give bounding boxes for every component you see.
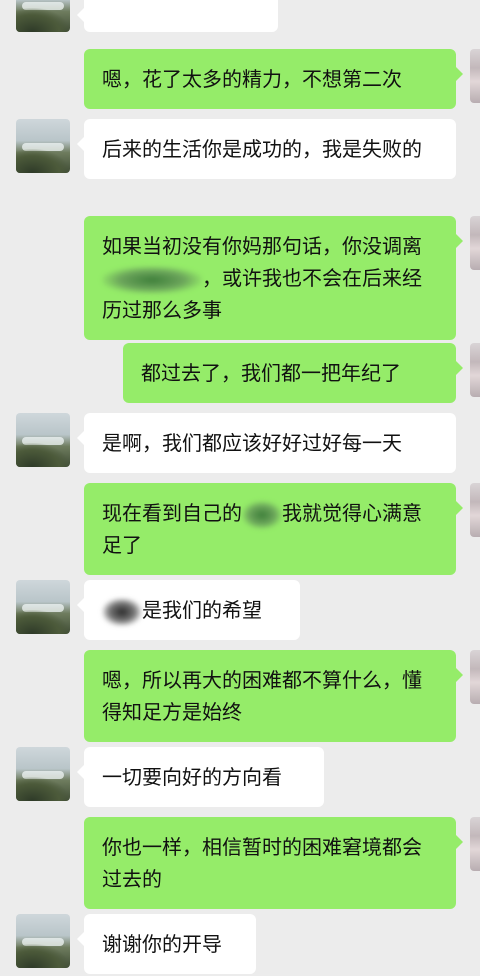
- message-bubble-incoming[interactable]: 是啊，我们都应该好好过好每一天: [77, 413, 456, 473]
- message-bubble-outgoing[interactable]: 如果当初没有你妈那句话，你没调离，或许我也不会在后来经历过那么多事: [84, 216, 463, 340]
- avatar-landscape-icon: [16, 610, 70, 634]
- contact-avatar[interactable]: [16, 747, 70, 801]
- self-avatar[interactable]: [470, 817, 480, 871]
- message-text: 是啊，我们都应该好好过好每一天: [102, 431, 402, 455]
- message-bubble-outgoing[interactable]: 嗯，花了太多的精力，不想第二次: [84, 49, 463, 109]
- message-text: 是我们的希望: [142, 598, 262, 622]
- message-text: 一切要向好的方向看: [102, 765, 282, 789]
- avatar-landscape-icon: [16, 8, 70, 32]
- message-text: 谢谢你的开导: [102, 932, 222, 956]
- self-avatar[interactable]: [470, 483, 480, 537]
- redacted-blur: [102, 265, 202, 294]
- contact-avatar[interactable]: [16, 580, 70, 634]
- avatar-landscape-icon: [16, 443, 70, 467]
- self-avatar[interactable]: [470, 49, 480, 103]
- contact-avatar[interactable]: [16, 914, 70, 968]
- message-text: 嗯，所以再大的困难都不算什么，懂得知足方是始终: [102, 668, 422, 724]
- message-bubble-incoming[interactable]: 是我们的希望: [77, 580, 300, 640]
- message-bubble-outgoing[interactable]: 现在看到自己的 我就觉得心满意足了: [84, 483, 463, 575]
- redacted-blur: [242, 500, 282, 529]
- message-text-part: 现在看到自己的: [102, 501, 242, 525]
- avatar-landscape-icon: [16, 944, 70, 968]
- redacted-blur: [102, 597, 142, 626]
- avatar-landscape-icon: [16, 777, 70, 801]
- self-avatar[interactable]: [470, 216, 480, 270]
- avatar-landscape-icon: [16, 149, 70, 173]
- self-avatar[interactable]: [470, 650, 480, 704]
- message-text: 嗯，花了太多的精力，不想第二次: [102, 67, 402, 91]
- chat-window: 嗯，花了太多的精力，不想第二次 后来的生活你是成功的，我是失败的 如果当初没有你…: [0, 0, 480, 976]
- message-bubble-outgoing[interactable]: 你也一样，相信暂时的困难窘境都会过去的: [84, 817, 463, 909]
- message-text-part: 如果当初没有你妈那句话，你没调离: [102, 234, 422, 258]
- message-bubble-incoming[interactable]: 一切要向好的方向看: [77, 747, 324, 807]
- message-text: 后来的生活你是成功的，我是失败的: [102, 137, 422, 161]
- message-bubble-outgoing[interactable]: 嗯，所以再大的困难都不算什么，懂得知足方是始终: [84, 650, 463, 742]
- message-text: 都过去了，我们都一把年纪了: [141, 361, 401, 385]
- message-bubble-incoming[interactable]: [77, 0, 278, 32]
- self-avatar[interactable]: [470, 343, 480, 397]
- message-bubble-outgoing[interactable]: 都过去了，我们都一把年纪了: [123, 343, 463, 403]
- message-text: 你也一样，相信暂时的困难窘境都会过去的: [102, 835, 422, 891]
- contact-avatar[interactable]: [16, 413, 70, 467]
- message-bubble-incoming[interactable]: 后来的生活你是成功的，我是失败的: [77, 119, 456, 179]
- contact-avatar[interactable]: [16, 119, 70, 173]
- contact-avatar[interactable]: [16, 0, 70, 32]
- message-bubble-incoming[interactable]: 谢谢你的开导: [77, 914, 256, 974]
